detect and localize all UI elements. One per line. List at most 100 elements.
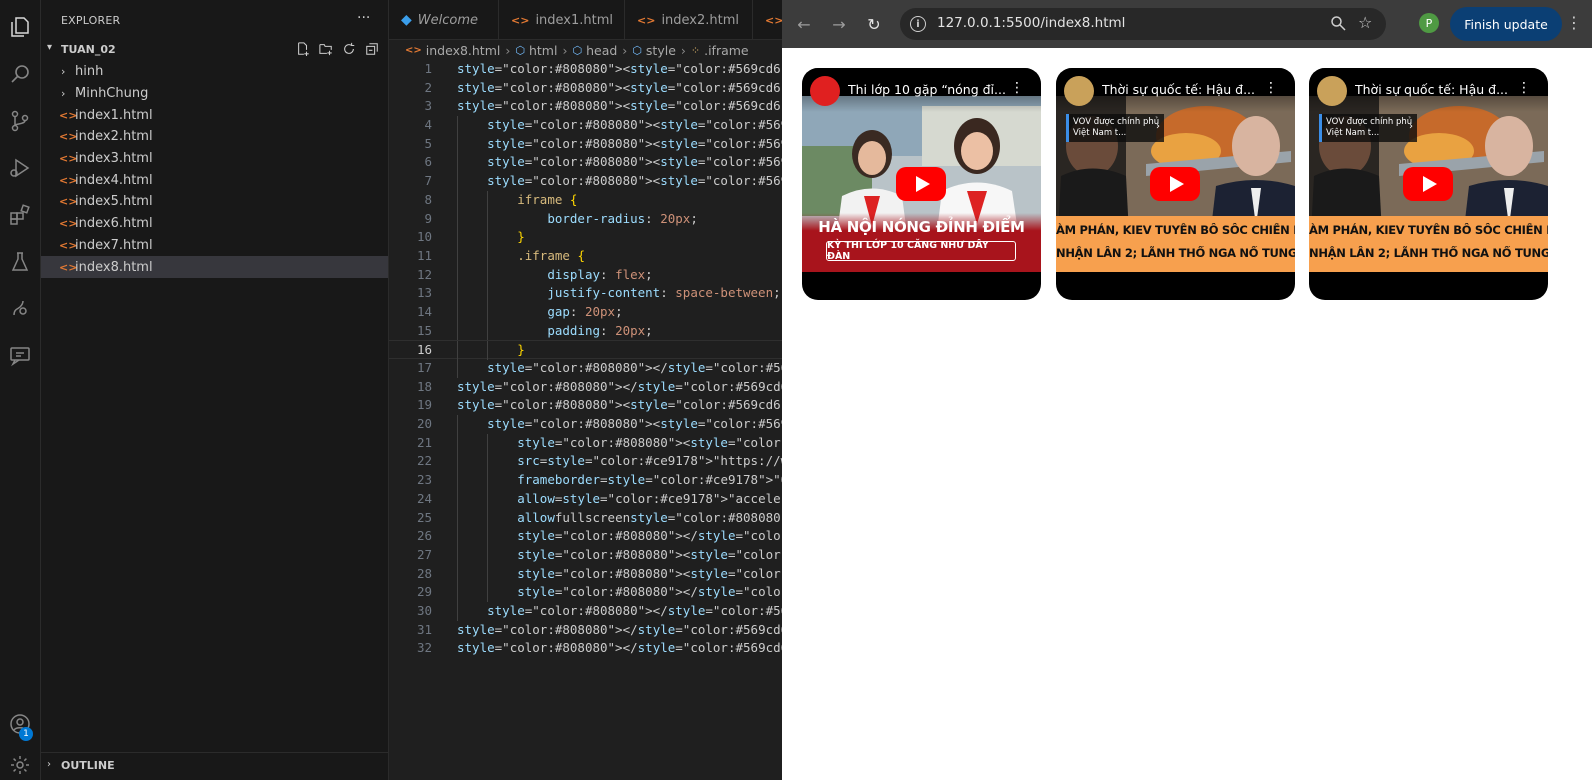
- more-actions-icon[interactable]: ···: [357, 10, 370, 26]
- chat-icon[interactable]: [5, 341, 35, 371]
- code-line[interactable]: 32 style="color:#808080"></style="color:#…: [389, 639, 782, 658]
- code-line[interactable]: 14 gap: 20px;: [389, 302, 782, 322]
- code-line[interactable]: 7 style="color:#808080"><style="color:#5…: [389, 172, 782, 191]
- line-number: 11: [416, 247, 432, 263]
- channel-logo[interactable]: [1064, 76, 1094, 106]
- forward-arrow-icon[interactable]: →: [827, 12, 851, 36]
- code-line[interactable]: 6 style="color:#808080"><style="color:#5…: [389, 153, 782, 173]
- code-line[interactable]: 24 allow=style="color:#ce9178">"accelero…: [389, 489, 782, 509]
- code-line[interactable]: 10 }: [389, 228, 782, 247]
- tree-file[interactable]: <> index4.html: [41, 169, 388, 191]
- address-bar[interactable]: i 127.0.0.1:5500/index8.html ☆: [900, 8, 1386, 40]
- code-line[interactable]: 19 style="color:#808080"><style="color:#5…: [389, 396, 782, 415]
- manage-gear-icon[interactable]: [5, 750, 35, 780]
- code-line[interactable]: 18 style="color:#808080"></style="color:#…: [389, 378, 782, 397]
- youtube-embed[interactable]: ÀM PHÁN, KIEV TUYÊN BỐ SỐC CHIẾN DỊCH NH…: [1056, 68, 1295, 300]
- line-number: 4: [424, 117, 432, 133]
- site-info-icon[interactable]: i: [910, 16, 926, 32]
- info-card[interactable]: VOV được chính phủ Việt Nam t... ›: [1319, 114, 1417, 142]
- code-line[interactable]: 26 style="color:#808080"></style="color:…: [389, 527, 782, 546]
- code-line[interactable]: 20 style="color:#808080"><style="color:#…: [389, 415, 782, 434]
- collapse-all-icon[interactable]: [364, 41, 379, 56]
- zoom-icon[interactable]: [1330, 15, 1346, 35]
- code-line[interactable]: 11 .iframe {: [389, 246, 782, 266]
- code-line[interactable]: 17 style="color:#808080"></style="color:…: [389, 359, 782, 378]
- testing-icon[interactable]: [5, 247, 35, 277]
- video-more-icon[interactable]: ⋮: [1517, 80, 1531, 96]
- tree-file[interactable]: <> index6.html: [41, 213, 388, 235]
- breadcrumb-item[interactable]: .iframe: [704, 43, 749, 58]
- code-line[interactable]: 28 style="color:#808080"><style="color:#…: [389, 564, 782, 584]
- tab-overflow[interactable]: <>: [753, 0, 782, 40]
- run-debug-icon[interactable]: [5, 153, 35, 183]
- reload-icon[interactable]: ↻: [862, 12, 886, 36]
- extensions-icon[interactable]: [5, 200, 35, 230]
- tree-file[interactable]: <> index2.html: [41, 126, 388, 148]
- workspace-folder[interactable]: ▾ TUAN_02: [41, 40, 388, 60]
- new-file-icon[interactable]: [295, 41, 310, 56]
- code-line[interactable]: 23 frameborder=style="color:#ce9178">"0": [389, 471, 782, 490]
- video-title[interactable]: Thi lớp 10 gặp “nóng đỉ...: [848, 82, 1008, 97]
- video-title[interactable]: Thời sự quốc tế: Hậu đ...: [1355, 82, 1515, 97]
- code-line[interactable]: 13 justify-content: space-between;: [389, 284, 782, 303]
- code-line[interactable]: 15 padding: 20px;: [389, 321, 782, 341]
- youtube-embed[interactable]: HÀ NỘI NÓNG ĐỈNH ĐIỂM KỲ THI LỚP 10 CĂNG…: [802, 68, 1041, 300]
- back-arrow-icon[interactable]: ←: [792, 12, 816, 36]
- tree-file[interactable]: <> index5.html: [41, 191, 388, 213]
- search-icon[interactable]: [5, 59, 35, 89]
- channel-logo[interactable]: [810, 76, 840, 106]
- profile-avatar[interactable]: P: [1419, 13, 1439, 33]
- source-control-icon[interactable]: [5, 106, 35, 136]
- channel-logo[interactable]: [1317, 76, 1347, 106]
- vscode-logo-icon: ◆: [401, 12, 412, 28]
- tree-file[interactable]: <> index3.html: [41, 148, 388, 170]
- video-more-icon[interactable]: ⋮: [1010, 80, 1024, 96]
- video-title[interactable]: Thời sự quốc tế: Hậu đ...: [1102, 82, 1262, 97]
- code-text: style="color:#808080"></style="color:#56…: [457, 378, 782, 394]
- remote-explorer-icon[interactable]: [5, 294, 35, 324]
- code-line[interactable]: 16 }: [389, 340, 782, 360]
- new-folder-icon[interactable]: [318, 41, 333, 56]
- more-menu-icon[interactable]: ⋮: [1566, 13, 1582, 32]
- bookmark-star-icon[interactable]: ☆: [1358, 13, 1372, 32]
- play-button[interactable]: [1403, 167, 1453, 201]
- tree-file[interactable]: <> index1.html: [41, 104, 388, 126]
- youtube-embed[interactable]: ÀM PHÁN, KIEV TUYÊN BỐ SỐC CHIẾN DỊCH NH…: [1309, 68, 1548, 300]
- tab-index2[interactable]: <> index2.html: [625, 0, 753, 40]
- tree-folder-minhchung[interactable]: › MinhChung: [41, 83, 388, 105]
- code-line[interactable]: 5 style="color:#808080"><style="color:#5…: [389, 134, 782, 154]
- tab-index1[interactable]: <> index1.html: [499, 0, 625, 40]
- code-line[interactable]: 3 style="color:#808080"><style="color:#56…: [389, 97, 782, 116]
- code-line[interactable]: 2 style="color:#808080"><style="color:#56…: [389, 79, 782, 98]
- outline-section[interactable]: › OUTLINE: [41, 752, 388, 780]
- info-card[interactable]: VOV được chính phủ Việt Nam t... ›: [1066, 114, 1164, 142]
- breadcrumb-item[interactable]: html: [529, 43, 557, 58]
- tree-folder-hinh[interactable]: › hinh: [41, 61, 388, 83]
- code-line[interactable]: 1 style="color:#808080"><style="color:#56…: [389, 60, 782, 79]
- explorer-icon[interactable]: [5, 12, 35, 42]
- code-line[interactable]: 9 border-radius: 20px;: [389, 209, 782, 229]
- play-button[interactable]: [896, 167, 946, 201]
- video-more-icon[interactable]: ⋮: [1264, 80, 1278, 96]
- breadcrumb-item[interactable]: index8.html: [426, 43, 501, 58]
- folder-actions: [295, 41, 379, 56]
- code-line[interactable]: 25 allowfullscreenstyle="color:#808080">…: [389, 508, 782, 528]
- code-line[interactable]: 4 style="color:#808080"><style="color:#5…: [389, 116, 782, 135]
- tree-file[interactable]: <> index7.html: [41, 235, 388, 257]
- refresh-icon[interactable]: [341, 41, 356, 56]
- code-area[interactable]: 1 style="color:#808080"><style="color:#56…: [389, 60, 782, 658]
- code-line[interactable]: 31 style="color:#808080"></style="color:#…: [389, 621, 782, 640]
- code-line[interactable]: 27 style="color:#808080"><style="color:#…: [389, 545, 782, 565]
- breadcrumb-item[interactable]: style: [646, 43, 676, 58]
- code-line[interactable]: 21 style="color:#808080"><style="color:#…: [389, 433, 782, 453]
- play-button[interactable]: [1150, 167, 1200, 201]
- code-line[interactable]: 12 display: flex;: [389, 265, 782, 285]
- code-line[interactable]: 29 style="color:#808080"></style="color:…: [389, 583, 782, 602]
- code-line[interactable]: 30 style="color:#808080"></style="color:…: [389, 601, 782, 621]
- breadcrumb-item[interactable]: head: [586, 43, 617, 58]
- tab-welcome[interactable]: ◆ Welcome: [389, 0, 499, 40]
- code-line[interactable]: 22 src=style="color:#ce9178">"https://ww…: [389, 452, 782, 472]
- finish-update-button[interactable]: Finish update: [1450, 7, 1562, 41]
- code-line[interactable]: 8 iframe {: [389, 190, 782, 210]
- tree-file-selected[interactable]: <> index8.html: [41, 256, 388, 278]
